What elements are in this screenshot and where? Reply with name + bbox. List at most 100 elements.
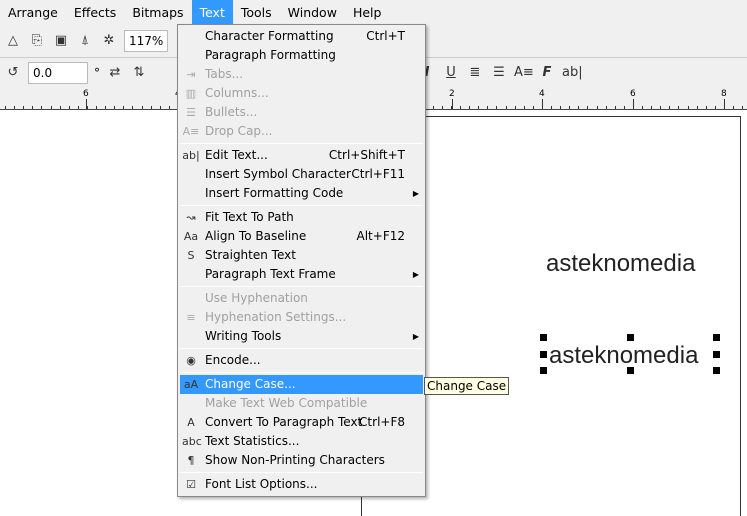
menu-item-font-list-options[interactable]: ☑ Font List Options... [180,475,423,494]
menu-item-make-text-web-compatible: Make Text Web Compatible [180,394,423,413]
menu-tools[interactable]: Tools [233,0,280,25]
menu-item-label: Convert To Paragraph Text [205,415,363,429]
ruler-tick [50,106,52,109]
menu-item-columns: ▥ Columns... [180,84,423,103]
bullets-icon[interactable]: ☰ [490,64,508,82]
menu-item-paragraph-text-frame[interactable]: Paragraph Text Frame ▶ [180,265,423,284]
menu-item-insert-formatting-code[interactable]: Insert Formatting Code ▶ [180,184,423,203]
menu-item-insert-symbol-character[interactable]: Insert Symbol Character Ctrl+F11 [180,165,423,184]
menu-arrange[interactable]: Arrange [0,0,66,25]
edit-text-icon[interactable]: ab| [562,64,583,82]
ruler-tick [86,106,88,109]
menu-window[interactable]: Window [280,0,345,25]
ruler-tick [578,106,580,109]
selected-canvas-text[interactable]: asteknomedia [549,342,698,370]
ruler-tick [41,106,43,109]
menu-item-label: Writing Tools [205,329,282,343]
shortcut-label: Ctrl+T [366,29,405,43]
ruler-label: 4 [539,89,545,99]
ruler-tick [159,106,161,109]
menu-item-label: Character Formatting [205,29,334,43]
menu-item-show-non-printing-characters[interactable]: ¶ Show Non-Printing Characters [180,451,423,470]
menu-bitmaps[interactable]: Bitmaps [124,0,191,25]
menu-separator [180,143,423,144]
menu-item-label: Columns... [205,86,269,100]
ruler-label: 6 [630,89,636,99]
underline-icon[interactable]: U [442,64,460,82]
export-icon[interactable]: ▣ [52,32,70,50]
menu-item-tabs: ⇥ Tabs... [180,65,423,84]
menu-effects[interactable]: Effects [66,0,125,25]
menu-item-label: Hyphenation Settings... [205,310,347,324]
ruler-tick [59,106,61,109]
shortcut-label: Ctrl+Shift+T [328,148,405,162]
ruler-label: 8 [721,89,727,99]
ruler-tick [496,106,498,109]
ruler-tick [651,106,653,109]
menu-item-fit-text-to-path[interactable]: ↝ Fit Text To Path [180,208,423,227]
edit-text-icon: ab| [182,149,200,162]
straighten-text-icon: S [187,249,195,262]
ruler-tick [32,106,34,109]
menu-item-label: Show Non-Printing Characters [205,453,385,467]
menu-item-character-formatting[interactable]: Character Formatting Ctrl+T [180,27,423,46]
menu-text[interactable]: Text [191,0,233,25]
character-format-icon[interactable]: F [538,64,556,82]
launcher-icon[interactable]: ⍋ [76,32,94,50]
ruler-tick [460,106,461,109]
font-list-icon: ☑ [186,478,196,491]
canvas-text[interactable]: asteknomedia [546,250,695,278]
ruler-tick [532,106,534,109]
encode-icon: ◉ [186,354,196,367]
mirror-v-icon[interactable]: ⇅ [130,64,148,82]
menu-item-hyphenation-settings: ≡ Hyphenation Settings... [180,308,423,327]
menu-item-label: Text Statistics... [205,434,300,448]
menu-item-align-to-baseline[interactable]: Aa Align To Baseline Alt+F12 [180,227,423,246]
menu-item-text-statistics[interactable]: abc Text Statistics... [180,432,423,451]
menu-item-label: Font List Options... [205,477,318,491]
shortcut-label: Alt+F12 [356,229,405,243]
rotation-field[interactable]: 0.0 [28,62,88,84]
ruler-tick [68,106,70,109]
ruler-label: 2 [449,89,455,99]
menubar: Arrange Effects Bitmaps Text Tools Window Help [0,0,747,25]
ruler-tick [569,106,571,109]
ruler-tick [132,106,134,109]
menu-item-bullets: ☰ Bullets... [180,103,423,122]
menu-help[interactable]: Help [345,0,390,25]
options-icon[interactable]: ✲ [100,32,118,50]
rotate-icon: ↺ [7,65,19,80]
ruler-tick [623,106,625,109]
menu-item-straighten-text[interactable]: S Straighten Text [180,246,423,265]
ruler-tick [432,106,434,109]
ruler-tick [114,106,116,109]
hyphenation-icon: ≡ [186,311,196,324]
change-case-icon: aA [183,378,199,391]
shape-icon[interactable]: △ [4,32,22,50]
menu-item-convert-to-paragraph-text[interactable]: A Convert To Paragraph Text Ctrl+F8 [180,413,423,432]
submenu-arrow-icon: ▶ [412,270,419,279]
ruler-major-tick [724,99,725,109]
menu-item-encode[interactable]: ◉ Encode... [180,351,423,370]
zoom-level-field[interactable]: 117% [124,30,169,52]
ruler-tick [105,106,107,109]
ruler-tick [150,106,152,109]
menu-item-writing-tools[interactable]: Writing Tools ▶ [180,327,423,346]
menu-item-change-case[interactable]: aA Change Case... [180,375,423,394]
ruler-tick [5,106,6,109]
menu-item-paragraph-formatting[interactable]: Paragraph Formatting [180,46,423,65]
ruler-tick [514,106,516,109]
import-icon[interactable]: ⎘ [28,32,46,50]
mirror-h-icon[interactable]: ⇄ [106,64,124,82]
align-icon[interactable]: ≣ [466,64,484,82]
ruler-tick [714,106,716,109]
drop-cap-icon[interactable]: A≡ [514,64,534,82]
ruler-tick [705,106,707,109]
ruler-label: 6 [83,89,89,99]
ruler-tick [687,106,689,109]
ruler-tick [96,106,97,109]
menu-item-label: Insert Formatting Code [205,186,344,200]
menu-item-edit-text[interactable]: ab| Edit Text... Ctrl+Shift+T [180,146,423,165]
menu-separator [180,286,423,287]
menu-separator [180,348,423,349]
